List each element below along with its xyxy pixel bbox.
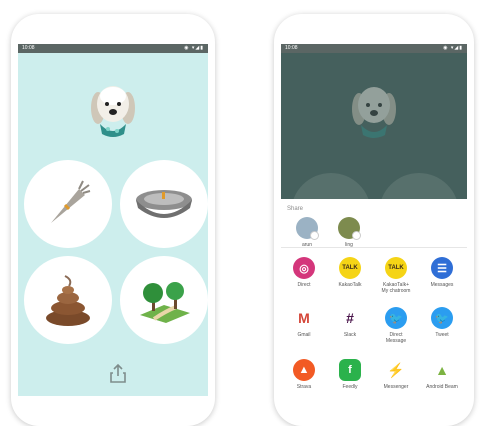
sheet-divider <box>281 247 467 248</box>
android-icon: ▲ <box>431 359 453 381</box>
messenger-icon: ⚡ <box>385 359 407 381</box>
status-time: 10:08 <box>285 45 298 51</box>
left-screen: 10:08 ◉ ▾◢▮ <box>18 44 208 396</box>
strava-icon: ▲ <box>293 359 315 381</box>
park-tile[interactable] <box>120 256 208 344</box>
twitter-icon: 🐦 <box>385 307 407 329</box>
instagram-icon: ◎ <box>293 257 315 279</box>
carrot-tile[interactable] <box>24 160 112 248</box>
app-gmail[interactable]: M Gmail <box>281 307 327 338</box>
app-tweet[interactable]: 🐦 Tweet <box>419 307 465 338</box>
right-screen: 10:08 ◉ ▾◢▮ Share arun ling ◎ Direct TAL… <box>281 44 467 410</box>
status-bar: 10:08 ◉ ▾◢▮ <box>18 44 208 53</box>
carrot-icon <box>51 180 91 223</box>
contact-avatar <box>338 217 361 240</box>
kakaotalk-icon: TALK <box>339 257 361 279</box>
food-bowl-tile[interactable] <box>120 160 208 248</box>
app-android-beam[interactable]: ▲ Android Beam <box>419 359 465 390</box>
left-phone: 10:08 ◉ ▾◢▮ <box>11 14 215 426</box>
share-button[interactable] <box>107 362 129 384</box>
contact-ling[interactable]: ling <box>329 217 369 248</box>
app-feedly[interactable]: f Feedly <box>327 359 373 390</box>
dimmed-background[interactable] <box>281 53 467 253</box>
share-sheet: Share arun ling ◎ Direct TALK KakaoTalk … <box>281 199 467 410</box>
app-messenger[interactable]: ⚡ Messenger <box>373 359 419 390</box>
status-icons: ◉ ▾◢▮ <box>443 45 463 51</box>
kakaotalk-icon: TALK <box>385 257 407 279</box>
app-kakaotalk[interactable]: TALK KakaoTalk <box>327 257 373 288</box>
contact-arun[interactable]: arun <box>287 217 327 248</box>
right-phone: 10:08 ◉ ▾◢▮ Share arun ling ◎ Direct TAL… <box>274 14 474 426</box>
status-icons: ◉ ▾◢▮ <box>184 45 204 51</box>
share-title: Share <box>287 206 304 212</box>
contact-avatar <box>296 217 319 240</box>
app-messages[interactable]: ☰ Messages <box>419 257 465 288</box>
app-slack[interactable]: # Slack <box>327 307 373 338</box>
app-direct-message[interactable]: 🐦 Direct Message <box>373 307 419 344</box>
dog-avatar <box>90 82 136 140</box>
twitter-icon: 🐦 <box>431 307 453 329</box>
slack-icon: # <box>339 307 361 329</box>
gmail-icon: M <box>293 307 315 329</box>
app-strava[interactable]: ▲ Strava <box>281 359 327 390</box>
park-icon <box>140 282 190 323</box>
app-kakaotalk-my-chatroom[interactable]: TALK KakaoTalk+ My chatroom <box>373 257 419 294</box>
messages-icon: ☰ <box>431 257 453 279</box>
app-direct[interactable]: ◎ Direct <box>281 257 327 288</box>
poop-tile[interactable] <box>24 256 112 344</box>
food-bowl-icon <box>136 190 192 218</box>
status-bar: 10:08 ◉ ▾◢▮ <box>281 44 467 53</box>
status-time: 10:08 <box>22 45 35 51</box>
poop-icon <box>46 275 90 326</box>
feedly-icon: f <box>339 359 361 381</box>
share-icon <box>110 363 126 383</box>
dog-avatar <box>352 87 396 138</box>
